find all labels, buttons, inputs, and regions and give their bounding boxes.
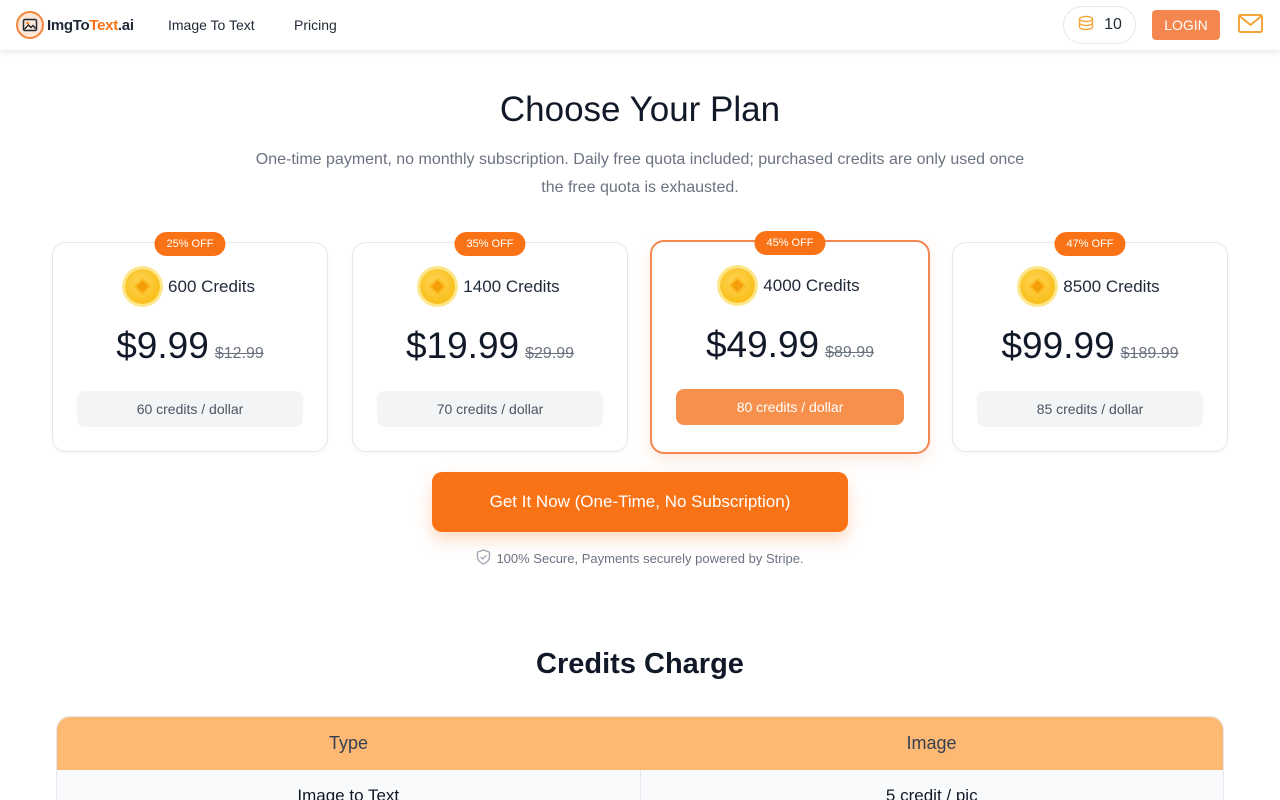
- plan-old-price: $189.99: [1120, 345, 1179, 362]
- logo-text: ImgToText.ai: [47, 16, 134, 34]
- table-row: Image to Text 5 credit / pic: [57, 770, 1223, 800]
- shield-check-icon: [476, 549, 491, 568]
- logo-icon: [16, 11, 44, 39]
- plan-credits: 600 Credits: [168, 276, 255, 296]
- secure-text: 100% Secure, Payments securely powered b…: [496, 551, 804, 566]
- page-subtitle: One-time payment, no monthly subscriptio…: [255, 151, 1025, 196]
- plan-old-price: $29.99: [525, 345, 575, 362]
- top-navbar: ImgToText.ai Image To Text Pricing 10 LO…: [0, 0, 1280, 50]
- page-title: Choose Your Plan: [499, 90, 781, 129]
- credits-count: 10: [1104, 16, 1122, 33]
- plan-price: $19.99: [405, 325, 520, 366]
- discount-badge: 47% OFF: [1054, 232, 1126, 256]
- nav-image-to-text[interactable]: Image To Text: [168, 17, 255, 33]
- secure-payment-note: 100% Secure, Payments securely powered b…: [0, 549, 1280, 568]
- plan-credits: 1400 Credits: [463, 276, 560, 296]
- credits-charge-table: Type Image Image to Text 5 credit / pic: [56, 716, 1224, 800]
- table-cell: Image to Text: [297, 786, 400, 800]
- coin-icon: [420, 269, 456, 304]
- nav-pricing[interactable]: Pricing: [294, 17, 337, 33]
- coins-icon: [1077, 14, 1095, 37]
- discount-badge: 25% OFF: [154, 232, 226, 256]
- plan-old-price: $12.99: [214, 345, 264, 362]
- plan-card-8500[interactable]: 47% OFF 8500 Credits $99.99 $189.99 85 c…: [952, 232, 1228, 452]
- plan-card-4000-selected[interactable]: 45% OFF 4000 Credits $49.99 $89.99 80 cr…: [650, 231, 930, 454]
- plan-credits: 8500 Credits: [1063, 276, 1160, 296]
- table-cell: 5 credit / pic: [639, 770, 1224, 800]
- coin-icon: [720, 268, 756, 303]
- discount-badge: 35% OFF: [454, 232, 526, 256]
- get-it-now-button[interactable]: Get It Now (One-Time, No Subscription): [432, 472, 848, 532]
- column-header-type: Type: [328, 733, 369, 753]
- coin-icon: [1020, 269, 1056, 304]
- plan-rate: 85 credits / dollar: [977, 391, 1203, 427]
- site-logo[interactable]: ImgToText.ai: [16, 10, 134, 40]
- table-header: Type Image: [57, 717, 1223, 770]
- plan-credits: 4000 Credits: [763, 275, 860, 295]
- plan-rate: 60 credits / dollar: [77, 391, 303, 427]
- mail-icon[interactable]: [1238, 14, 1263, 38]
- credits-charge-title: Credits Charge: [536, 648, 744, 680]
- plan-old-price: $89.99: [825, 344, 875, 361]
- plan-card-1400[interactable]: 35% OFF 1400 Credits $19.99 $29.99 70 cr…: [352, 232, 628, 452]
- plan-price: $9.99: [116, 325, 209, 366]
- credits-balance[interactable]: 10: [1063, 6, 1136, 44]
- plan-rate: 80 credits / dollar: [676, 389, 904, 425]
- coin-icon: [125, 269, 161, 304]
- plan-price: $99.99: [1001, 325, 1115, 366]
- discount-badge: 45% OFF: [754, 231, 826, 255]
- plan-rate: 70 credits / dollar: [377, 391, 603, 427]
- plan-card-600[interactable]: 25% OFF 600 Credits $9.99 $12.99 60 cred…: [52, 232, 328, 452]
- login-button[interactable]: LOGIN: [1152, 10, 1220, 40]
- column-header-image: Image: [906, 733, 957, 753]
- plan-price: $49.99: [705, 324, 820, 365]
